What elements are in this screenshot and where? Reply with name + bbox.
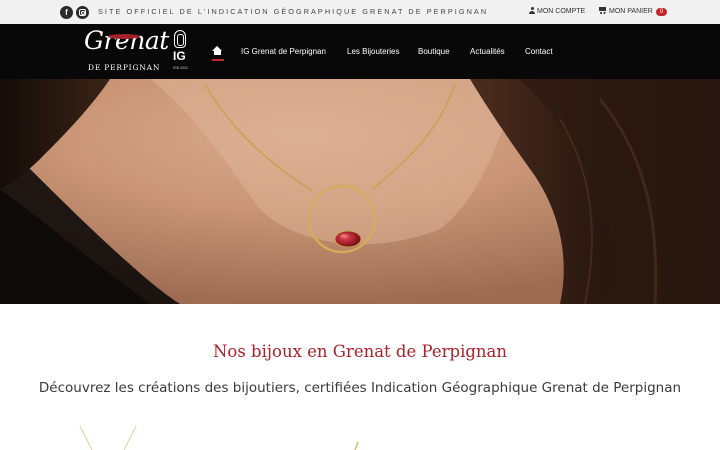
product-images-preview <box>0 420 720 450</box>
nav-item-bijouteries[interactable]: Les Bijouteries <box>347 47 399 56</box>
cart-count-badge: 0 <box>655 8 668 16</box>
logo-script-text: Grenat <box>84 26 169 55</box>
necklace-photo <box>0 79 720 304</box>
site-tagline: SITE OFFICIEL DE L'INDICATION GÉOGRAPHIQ… <box>98 7 489 16</box>
user-icon <box>529 7 535 14</box>
section-subheading: Découvrez les créations des bijoutiers, … <box>38 380 682 396</box>
hero-banner-image <box>0 79 720 304</box>
nav-item-contact[interactable]: Contact <box>525 47 553 56</box>
account-link[interactable]: MON COMPTE <box>529 7 585 15</box>
ig-label-text: IG <box>173 49 186 63</box>
ig-label-small: IGN 2021 <box>173 66 188 70</box>
ig-label-logo: IG IGN 2021 <box>173 30 188 72</box>
fingerprint-icon <box>174 30 186 48</box>
nav-item-ig-grenat[interactable]: IG Grenat de Perpignan <box>241 47 326 56</box>
nav-item-boutique[interactable]: Boutique <box>418 47 450 56</box>
logo-subtitle: DE PERPIGNAN <box>88 63 161 72</box>
logo-garnet-mark <box>108 34 140 39</box>
section-heading: Nos bijoux en Grenat de Perpignan <box>212 342 508 361</box>
instagram-icon[interactable] <box>76 6 89 19</box>
nav-home[interactable] <box>212 46 224 56</box>
account-label: MON COMPTE <box>537 8 586 15</box>
top-bar: f SITE OFFICIEL DE L'INDICATION GÉOGRAPH… <box>0 0 720 24</box>
facebook-icon[interactable]: f <box>60 6 73 19</box>
site-logo[interactable]: Grenat DE PERPIGNAN <box>84 26 169 76</box>
nav-item-actualites[interactable]: Actualités <box>470 47 505 56</box>
cart-label: MON PANIER <box>609 8 653 15</box>
nav-active-indicator <box>212 59 224 61</box>
cart-icon <box>598 7 607 14</box>
cart-link[interactable]: MON PANIER 0 <box>598 7 668 16</box>
